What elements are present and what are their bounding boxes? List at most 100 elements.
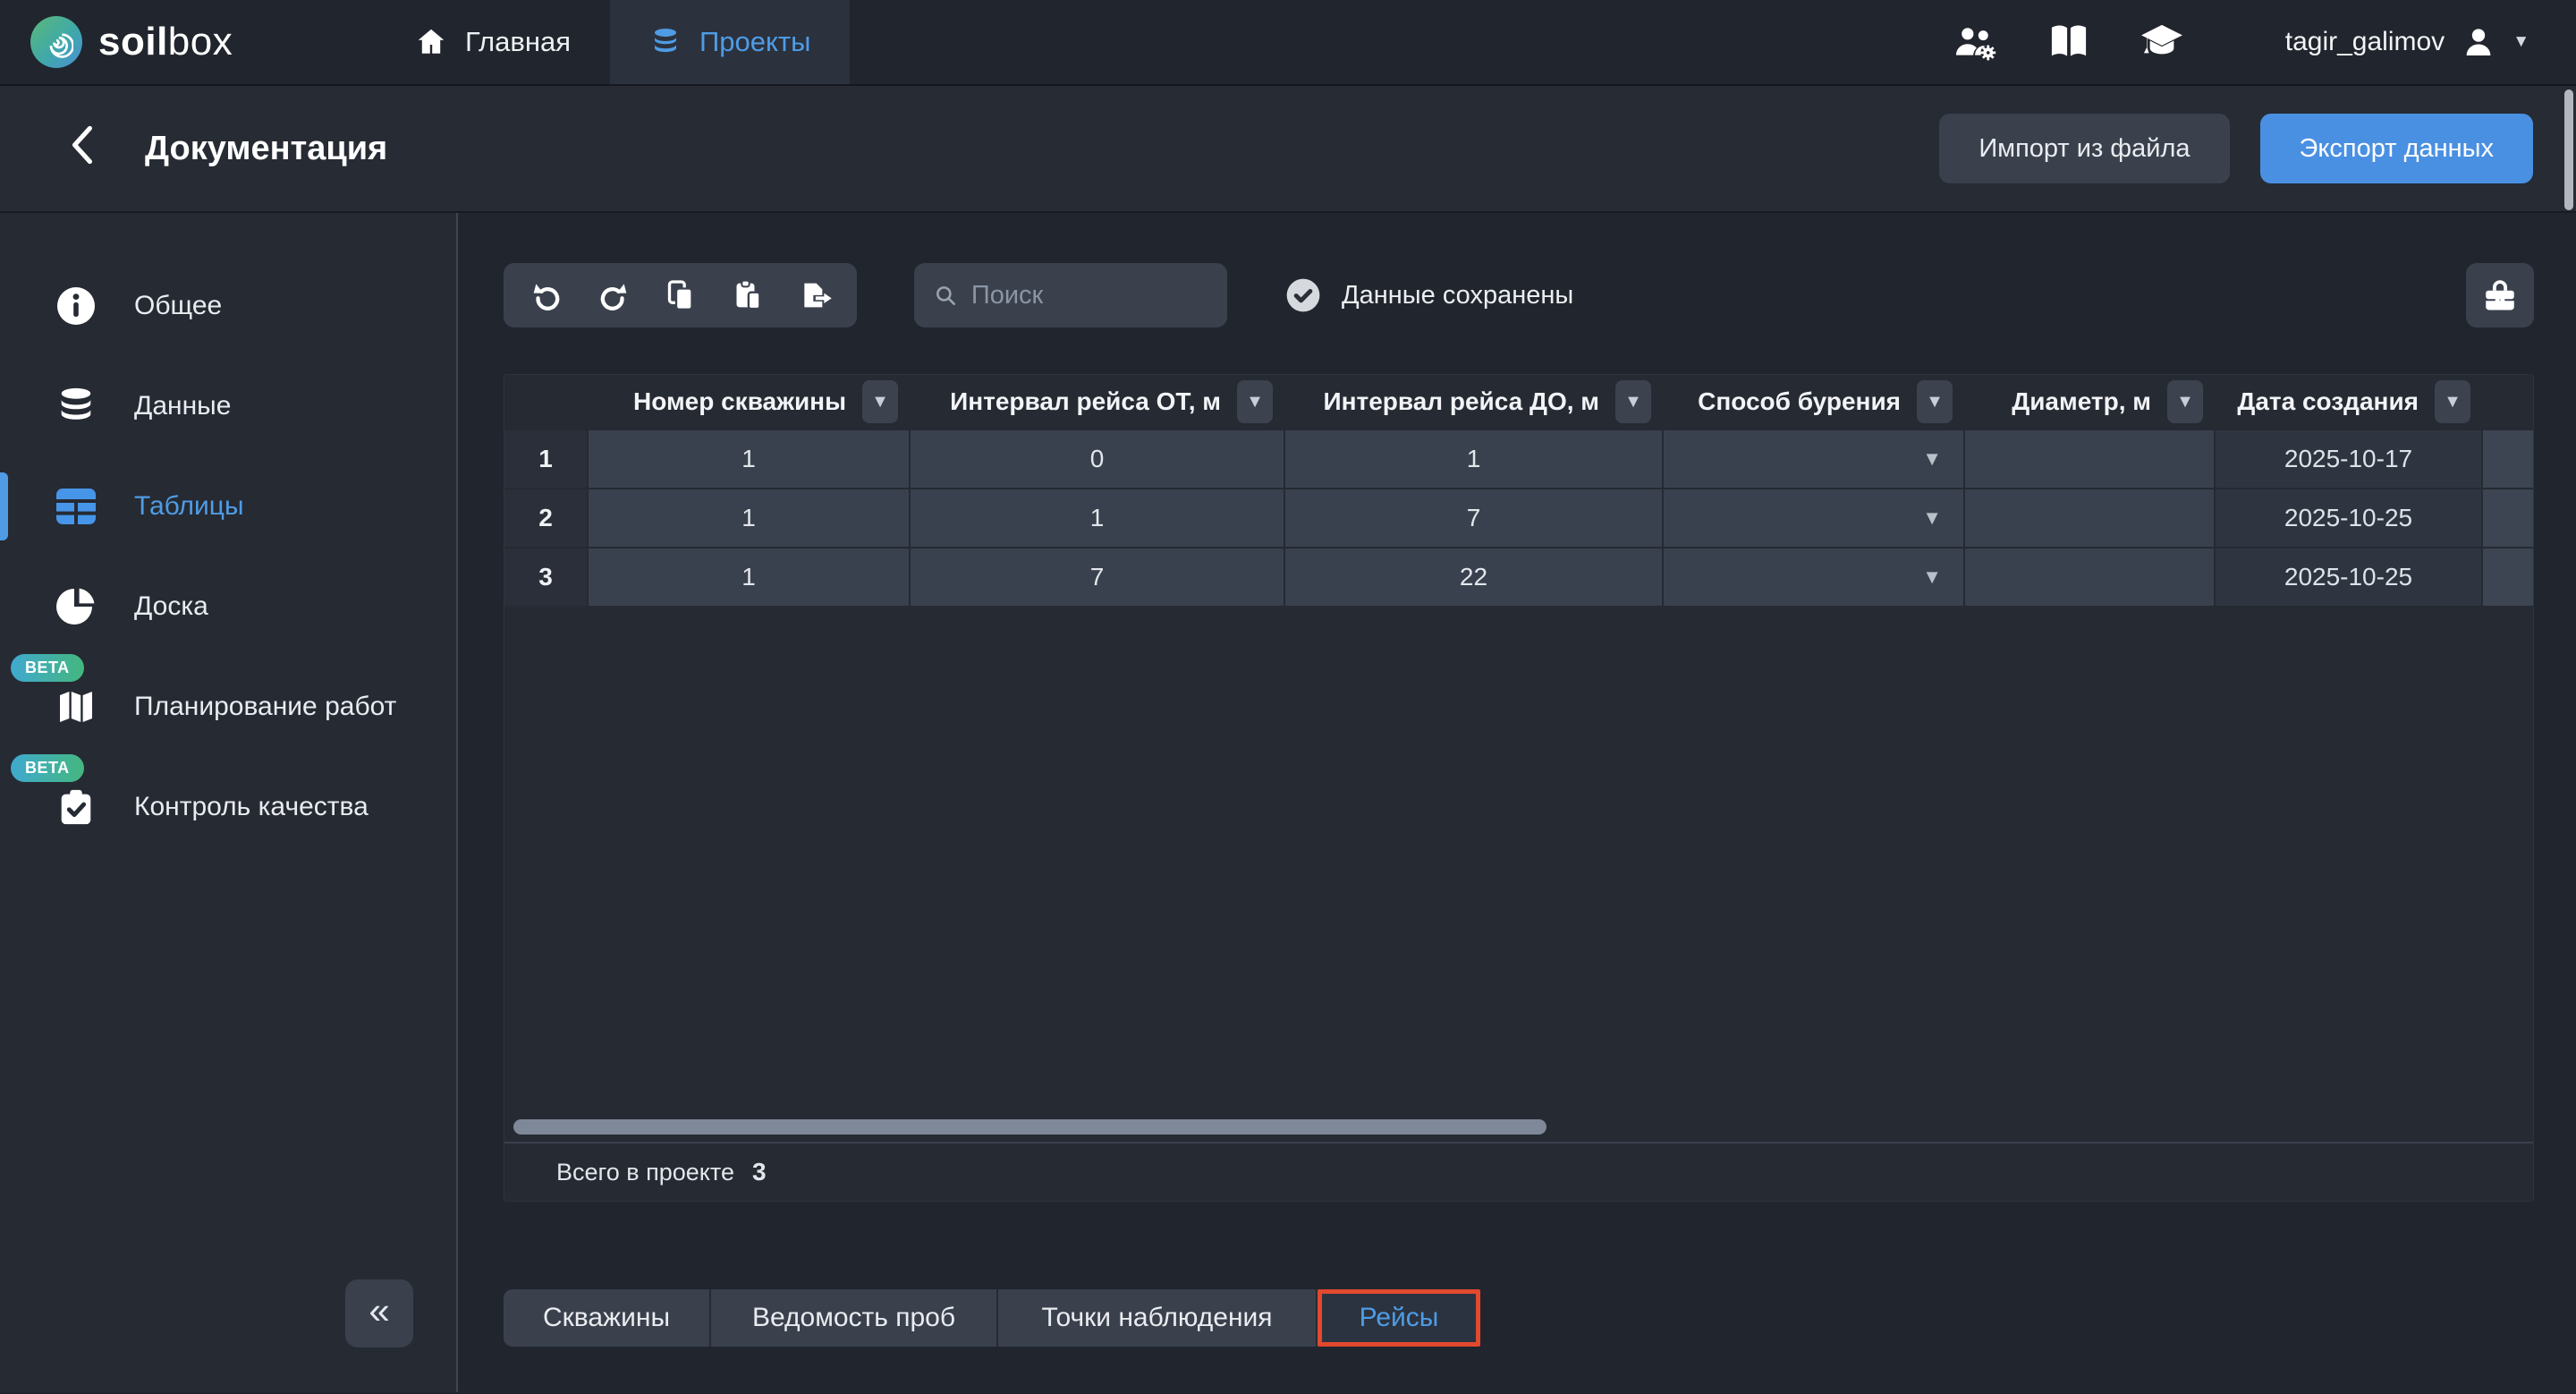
soilbox-logo-icon (30, 16, 82, 68)
sidebar-item-tables[interactable]: Таблицы (0, 456, 456, 557)
cell-interval-from[interactable]: 7 (911, 548, 1284, 606)
column-header-drilling-method[interactable]: Способ бурения ▼ (1664, 375, 1963, 429)
cell-diameter[interactable] (1965, 430, 2214, 488)
cell-creation-date: 2025-10-25 (2216, 489, 2481, 547)
topbar-right: tagir_galimov ▼ (1953, 0, 2576, 84)
active-indicator (0, 472, 8, 540)
beta-badge: BETA (11, 754, 84, 782)
dropdown-caret-icon: ▼ (1922, 565, 1942, 589)
filter-caret-icon[interactable]: ▼ (2435, 380, 2470, 423)
sidebar-item-work-planning[interactable]: BETA Планирование работ (0, 657, 456, 757)
total-count: 3 (752, 1158, 767, 1186)
back-button[interactable] (57, 123, 107, 174)
cell-diameter[interactable] (1965, 548, 2214, 606)
total-label: Всего в проекте (556, 1159, 734, 1186)
redo-button[interactable] (580, 263, 647, 327)
saved-status-label: Данные сохранены (1342, 281, 1573, 310)
cell-interval-to[interactable]: 1 (1285, 430, 1662, 488)
check-circle-icon (1284, 276, 1322, 314)
user-menu[interactable]: tagir_galimov ▼ (2285, 24, 2529, 60)
column-header-interval-from[interactable]: Интервал рейса ОТ, м ▼ (911, 375, 1284, 429)
beta-badge: BETA (11, 654, 84, 682)
dropdown-caret-icon: ▼ (1922, 447, 1942, 471)
export-data-button[interactable]: Экспорт данных (2260, 114, 2533, 183)
column-header-diameter[interactable]: Диаметр, м ▼ (1965, 375, 2214, 429)
cell-diameter[interactable] (1965, 489, 2214, 547)
filter-caret-icon[interactable]: ▼ (2167, 380, 2203, 423)
cell-interval-from[interactable]: 1 (911, 489, 1284, 547)
tab-sample-register[interactable]: Ведомость проб (711, 1289, 998, 1347)
cell-partial[interactable] (2483, 430, 2534, 488)
cell-drilling-method-dropdown[interactable]: ▼ (1664, 430, 1963, 488)
cell-well-number[interactable]: 1 (589, 430, 909, 488)
pie-chart-icon (54, 584, 98, 629)
cell-creation-date: 2025-10-25 (2216, 548, 2481, 606)
nav-projects-label: Проекты (699, 26, 810, 58)
import-from-file-button[interactable]: Импорт из файла (1939, 114, 2229, 183)
filter-caret-icon[interactable]: ▼ (1917, 380, 1953, 423)
page-scrollbar-thumb[interactable] (2564, 89, 2573, 210)
column-label: Номер скважины (633, 387, 846, 416)
column-header-creation-date[interactable]: Дата создания ▼ (2216, 375, 2481, 429)
row-number-cell: 3 (504, 548, 587, 606)
saved-status: Данные сохранены (1284, 276, 1573, 314)
filter-caret-icon[interactable]: ▼ (862, 380, 898, 423)
column-label: Диаметр, м (2012, 387, 2151, 416)
education-cap-icon[interactable] (2139, 19, 2185, 65)
documentation-book-icon[interactable] (2046, 19, 2092, 65)
search-input[interactable] (971, 281, 1208, 310)
column-label: Способ бурения (1698, 387, 1901, 416)
table-row: 2 1 1 7 ▼ 2025-10-25 (504, 489, 2533, 547)
table-header-row: Номер скважины ▼ Интервал рейса ОТ, м ▼ … (504, 375, 2533, 429)
sidebar-item-general[interactable]: Общее (0, 256, 456, 356)
tab-runs[interactable]: Рейсы (1318, 1289, 1480, 1347)
nav-projects[interactable]: Проекты (610, 0, 850, 84)
cell-drilling-method-dropdown[interactable]: ▼ (1664, 489, 1963, 547)
clipboard-check-icon: BETA (54, 785, 98, 829)
team-management-icon[interactable] (1953, 19, 1999, 65)
cell-well-number[interactable]: 1 (589, 548, 909, 606)
filter-caret-icon[interactable]: ▼ (1615, 380, 1651, 423)
row-number-header (504, 375, 587, 429)
sidebar-item-label: Данные (134, 391, 231, 421)
sheet-tabs: Скважины Ведомость проб Точки наблюдения… (504, 1289, 1480, 1347)
undo-button[interactable] (513, 263, 580, 327)
column-header-interval-to[interactable]: Интервал рейса ДО, м ▼ (1285, 375, 1662, 429)
nav-home[interactable]: Главная (376, 0, 610, 84)
paste-button[interactable] (714, 263, 781, 327)
toolbox-button[interactable] (2466, 263, 2534, 327)
main-nav: Главная Проекты (376, 0, 850, 84)
horizontal-scrollbar-thumb[interactable] (513, 1119, 1546, 1135)
column-label: Дата создания (2237, 387, 2419, 416)
copy-button[interactable] (647, 263, 714, 327)
sidebar-item-label: Общее (134, 291, 222, 321)
toolbar: Данные сохранены (504, 263, 2534, 327)
sidebar-item-quality-control[interactable]: BETA Контроль качества (0, 757, 456, 857)
sidebar-item-label: Доска (134, 591, 208, 622)
cell-interval-to[interactable]: 7 (1285, 489, 1662, 547)
collapse-sidebar-button[interactable]: « (345, 1279, 413, 1347)
sidebar-item-data[interactable]: Данные (0, 356, 456, 456)
cell-interval-from[interactable]: 0 (911, 430, 1284, 488)
topbar: soilbox Главная Проекты (0, 0, 2576, 86)
tab-observation-points[interactable]: Точки наблюдения (998, 1289, 1318, 1347)
username: tagir_galimov (2285, 27, 2445, 57)
filter-caret-icon[interactable]: ▼ (1237, 380, 1273, 423)
tab-wells[interactable]: Скважины (504, 1289, 711, 1347)
search-icon (934, 282, 957, 309)
logo-text-bold: soil (98, 20, 168, 64)
cell-drilling-method-dropdown[interactable]: ▼ (1664, 548, 1963, 606)
sidebar-item-board[interactable]: Доска (0, 557, 456, 657)
cell-interval-to[interactable]: 22 (1285, 548, 1662, 606)
export-rows-button[interactable] (781, 263, 848, 327)
main-area: Общее Данные Табли (0, 213, 2576, 1392)
logo-text: soilbox (98, 20, 233, 64)
cell-partial[interactable] (2483, 489, 2534, 547)
cell-well-number[interactable]: 1 (589, 489, 909, 547)
sidebar-item-label: Таблицы (134, 491, 244, 522)
column-header-well-number[interactable]: Номер скважины ▼ (589, 375, 909, 429)
cell-partial[interactable] (2483, 548, 2534, 606)
table-empty-area (504, 606, 2533, 1142)
spiral-icon (39, 25, 73, 59)
app-logo[interactable]: soilbox (0, 0, 268, 84)
